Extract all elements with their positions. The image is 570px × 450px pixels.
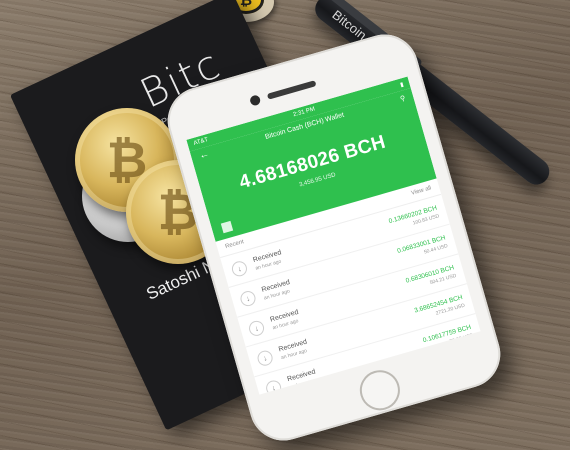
recent-label: Recent	[224, 239, 245, 251]
photo-scene: Bitcoin.com ₿ Bitc A Peer-to-Peer El Sat…	[0, 0, 570, 450]
earpiece	[266, 80, 317, 100]
receive-arrow-icon: ↓	[264, 378, 283, 395]
receive-arrow-icon: ↓	[255, 348, 275, 367]
home-button[interactable]	[355, 365, 405, 416]
qr-code-icon[interactable]	[220, 220, 234, 234]
search-icon[interactable]: ⚲	[399, 94, 406, 103]
back-arrow-icon[interactable]: ←	[198, 148, 211, 161]
receive-arrow-icon: ↓	[230, 259, 249, 278]
battery-icon: ▮	[399, 81, 405, 89]
wallet-screen: AT&T 2:31 PM ▮ ← Bitcoin Cash (BCH) Wall…	[186, 76, 481, 395]
front-camera	[248, 94, 262, 107]
view-all-link[interactable]: View all	[411, 185, 432, 196]
receive-arrow-icon: ↓	[247, 318, 266, 338]
receive-arrow-icon: ↓	[238, 288, 258, 308]
